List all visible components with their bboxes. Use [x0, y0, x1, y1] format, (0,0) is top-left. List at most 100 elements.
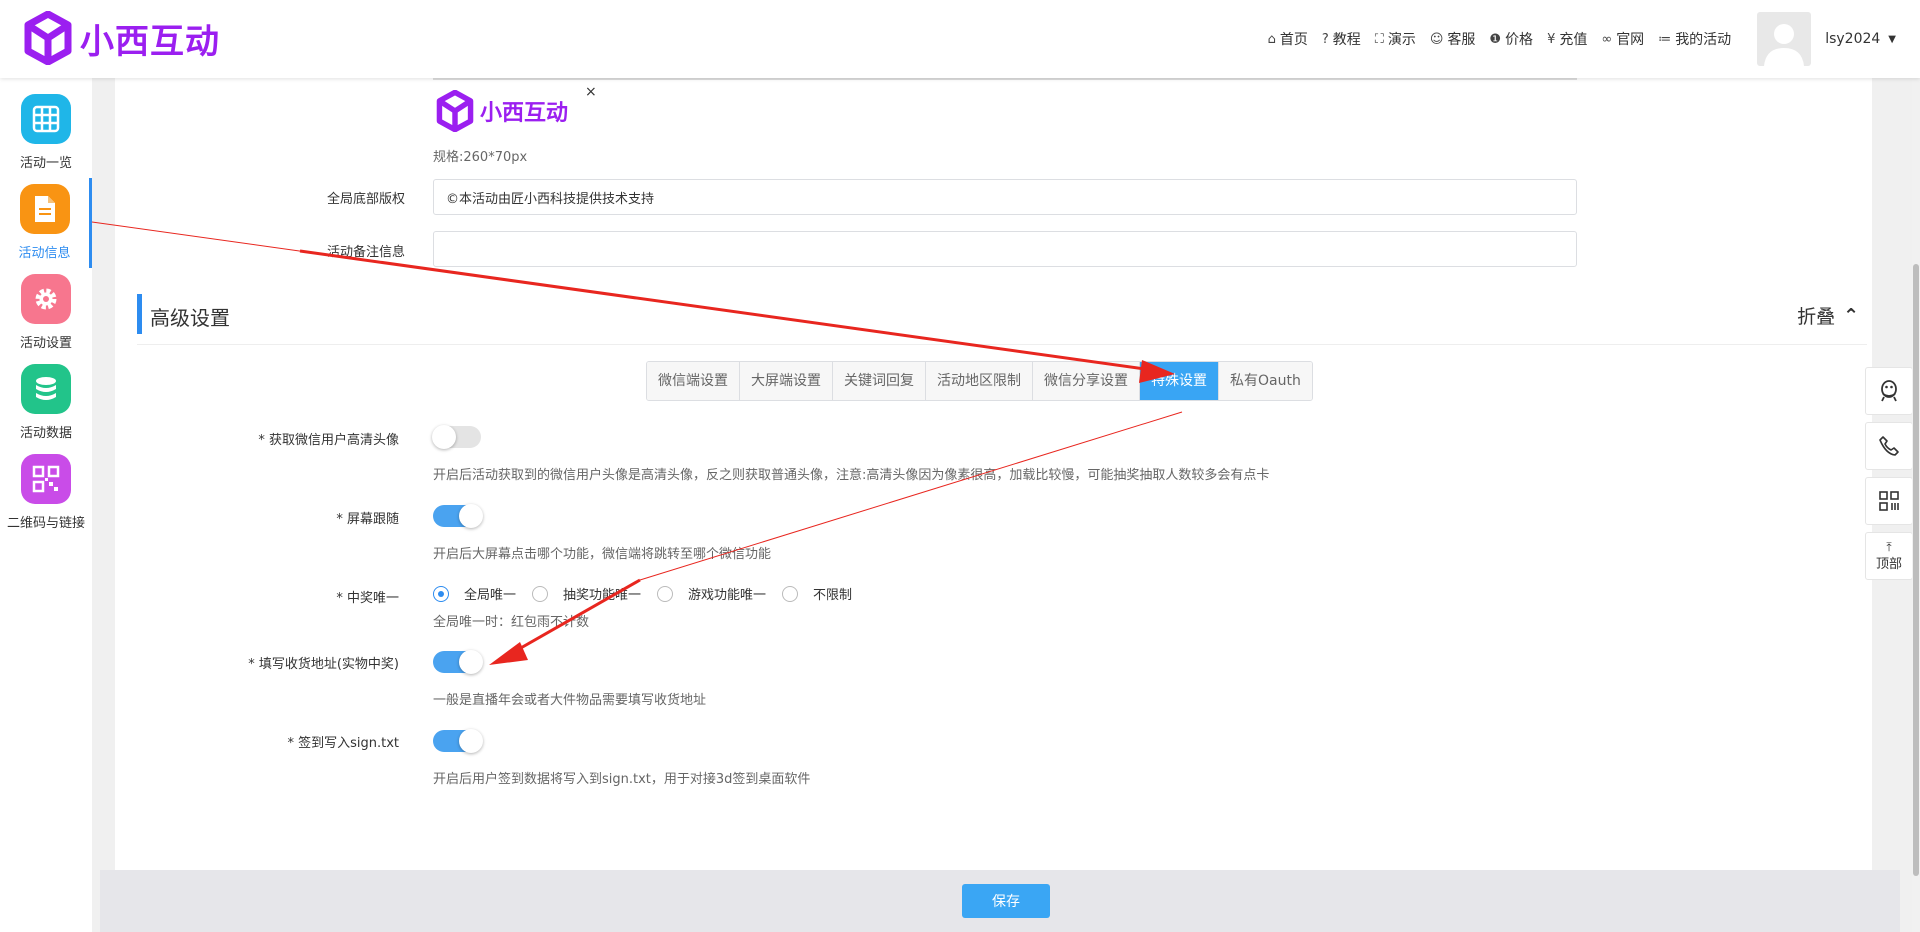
radio-circle: [433, 585, 449, 602]
radio-label: 游戏功能唯一: [688, 588, 767, 603]
radio-lottery-unique[interactable]: 抽奖功能唯一: [532, 584, 641, 603]
tab-private-oauth[interactable]: 私有Oauth: [1219, 362, 1312, 400]
screen-follow-switch[interactable]: [433, 504, 483, 528]
database-icon: [21, 364, 71, 414]
sidebar-item-activity-data[interactable]: 活动数据: [0, 358, 92, 448]
qrcode-button[interactable]: [1865, 477, 1913, 525]
nav-label: 我的活动: [1675, 32, 1732, 48]
back-to-top-button[interactable]: ⤒ 顶部: [1865, 532, 1913, 580]
sign-txt-switch[interactable]: [433, 729, 483, 753]
radio-label: 不限制: [813, 588, 853, 603]
fold-label: 折叠: [1797, 306, 1836, 328]
nav-item-info[interactable]: ❶ 价格: [1489, 29, 1533, 49]
grid-icon: [21, 94, 71, 144]
switch-knob: [459, 729, 483, 753]
page-scrollbar[interactable]: [1912, 78, 1920, 932]
screen-follow-label: * 屏幕跟随: [336, 512, 399, 527]
nav-item-list[interactable]: ≔ 我的活动: [1658, 29, 1731, 49]
qrcode-icon: [21, 454, 71, 504]
nav-label: 价格: [1505, 32, 1534, 48]
phone-icon: [1879, 436, 1899, 456]
footer-copyright-input[interactable]: [433, 179, 1577, 215]
sidebar-item-activity-list[interactable]: 活动一览: [0, 88, 92, 178]
avatar[interactable]: [1757, 12, 1812, 66]
tab-wechat-settings[interactable]: 微信端设置: [647, 362, 740, 400]
chevron-up-icon: ⌃: [1843, 304, 1859, 327]
arrow-up-icon: ⤒: [1886, 539, 1892, 554]
document-icon: [19, 184, 70, 234]
remark-input[interactable]: [433, 231, 1577, 267]
save-button[interactable]: 保存: [962, 884, 1050, 918]
user-silhouette-icon: [1764, 24, 1805, 66]
sign-txt-label: * 签到写入sign.txt: [287, 736, 399, 751]
floating-tools: ⤒ 顶部: [1865, 367, 1913, 587]
radio-circle: [657, 585, 674, 602]
radio-label: 全局唯一: [464, 588, 517, 603]
sidebar-label: 活动设置: [19, 336, 72, 351]
gear-icon: [21, 274, 71, 324]
tab-region-limit[interactable]: 活动地区限制: [926, 362, 1033, 400]
qrcode-icon: [1879, 491, 1899, 511]
tab-share-settings[interactable]: 微信分享设置: [1033, 362, 1140, 400]
hd-avatar-switch[interactable]: [432, 425, 481, 449]
logo-preview-text: 小西互动: [480, 101, 569, 126]
fold-toggle[interactable]: 折叠 ⌃: [1797, 302, 1859, 329]
radio-no-limit[interactable]: 不限制: [782, 584, 852, 603]
screen-follow-hint: 开启后大屏幕点击哪个功能，微信端将跳转至哪个微信功能: [433, 547, 772, 562]
info-icon: ❶: [1489, 31, 1502, 47]
address-hint: 一般是直播年会或者大件物品需要填写收货地址: [433, 693, 707, 708]
brand-name: 小西互动: [80, 21, 220, 62]
nav-label: 首页: [1279, 32, 1308, 48]
nav-item-home[interactable]: ⌂ 首页: [1268, 29, 1308, 49]
qq-icon: [1881, 380, 1897, 402]
address-switch[interactable]: [433, 650, 483, 674]
field-border: [433, 78, 1577, 80]
nav-label: 教程: [1332, 32, 1361, 48]
remove-logo-icon[interactable]: ×: [585, 84, 597, 100]
radio-circle: [532, 585, 549, 602]
unique-win-hint: 全局唯一时：红包雨不计数: [433, 615, 590, 630]
tab-keyword-reply[interactable]: 关键词回复: [833, 362, 926, 400]
question-icon: ?: [1321, 31, 1329, 47]
top-nav: ⌂ 首页? 教程 ⛶ 演示 ☺ 客服 ❶ 价格 ¥ 充值 ∞ 官网 ≔ 我的活动 lsy2024 ▼: [1268, 0, 1920, 78]
nav-label: 官网: [1616, 32, 1645, 48]
unique-win-radio-group: 全局唯一 抽奖功能唯一 游戏功能唯一 不限制: [433, 584, 868, 603]
tab-screen-settings[interactable]: 大屏端设置: [740, 362, 833, 400]
user-menu[interactable]: lsy2024 ▼: [1825, 31, 1896, 47]
advanced-settings-header: 高级设置 折叠 ⌃: [137, 294, 1867, 345]
brand-logo[interactable]: 小西互动: [24, 10, 220, 66]
nav-item-smile[interactable]: ☺ 客服: [1430, 29, 1476, 49]
nav-label: 充值: [1559, 32, 1588, 48]
nav-item-yen[interactable]: ¥ 充值: [1547, 29, 1587, 49]
sidebar-item-activity-info[interactable]: 活动信息: [0, 178, 92, 268]
list-icon: ≔: [1658, 31, 1672, 47]
sidebar-item-qrcode-links[interactable]: 二维码与链接: [0, 448, 92, 538]
footer-bar: 保存: [100, 870, 1900, 932]
radio-game-unique[interactable]: 游戏功能唯一: [657, 584, 766, 603]
sidebar-label: 二维码与链接: [6, 516, 85, 531]
sidebar-label: 活动信息: [18, 246, 71, 261]
section-title: 高级设置: [150, 306, 230, 330]
brand-cube-icon: [24, 11, 72, 65]
radio-circle: [782, 585, 799, 602]
qq-service-button[interactable]: [1865, 367, 1913, 415]
radio-global-unique[interactable]: 全局唯一: [433, 584, 516, 603]
smile-icon: ☺: [1429, 31, 1444, 47]
phone-button[interactable]: [1865, 422, 1913, 470]
tab-special-settings[interactable]: 特殊设置: [1140, 362, 1219, 400]
nav-label: 客服: [1447, 32, 1476, 48]
nav-item-question[interactable]: ? 教程: [1322, 29, 1361, 49]
nav-item-expand[interactable]: ⛶ 演示: [1375, 29, 1416, 49]
switch-knob: [432, 425, 456, 449]
sidebar-item-activity-settings[interactable]: 活动设置: [0, 268, 92, 358]
main-panel: 小西互动 × 规格:260*70px 全局底部版权 活动备注信息 高级设置 折叠…: [115, 78, 1872, 870]
top-header: 小西互动 ⌂ 首页? 教程 ⛶ 演示 ☺ 客服 ❶ 价格 ¥ 充值 ∞ 官网 ≔ 我的活动 lsy2024 ▼: [0, 0, 1920, 78]
logo-spec-text: 规格:260*70px: [433, 150, 528, 165]
scrollbar-thumb[interactable]: [1913, 264, 1919, 876]
home-icon: ⌂: [1267, 31, 1276, 47]
sidebar-label: 活动数据: [19, 426, 72, 441]
nav-item-link[interactable]: ∞ 官网: [1601, 29, 1644, 49]
hd-avatar-hint: 开启后活动获取到的微信用户头像是高清头像，反之则获取普通头像，注意:高清头像因为…: [433, 468, 1270, 483]
sidebar-label: 活动一览: [19, 156, 72, 171]
switch-knob: [459, 650, 483, 674]
